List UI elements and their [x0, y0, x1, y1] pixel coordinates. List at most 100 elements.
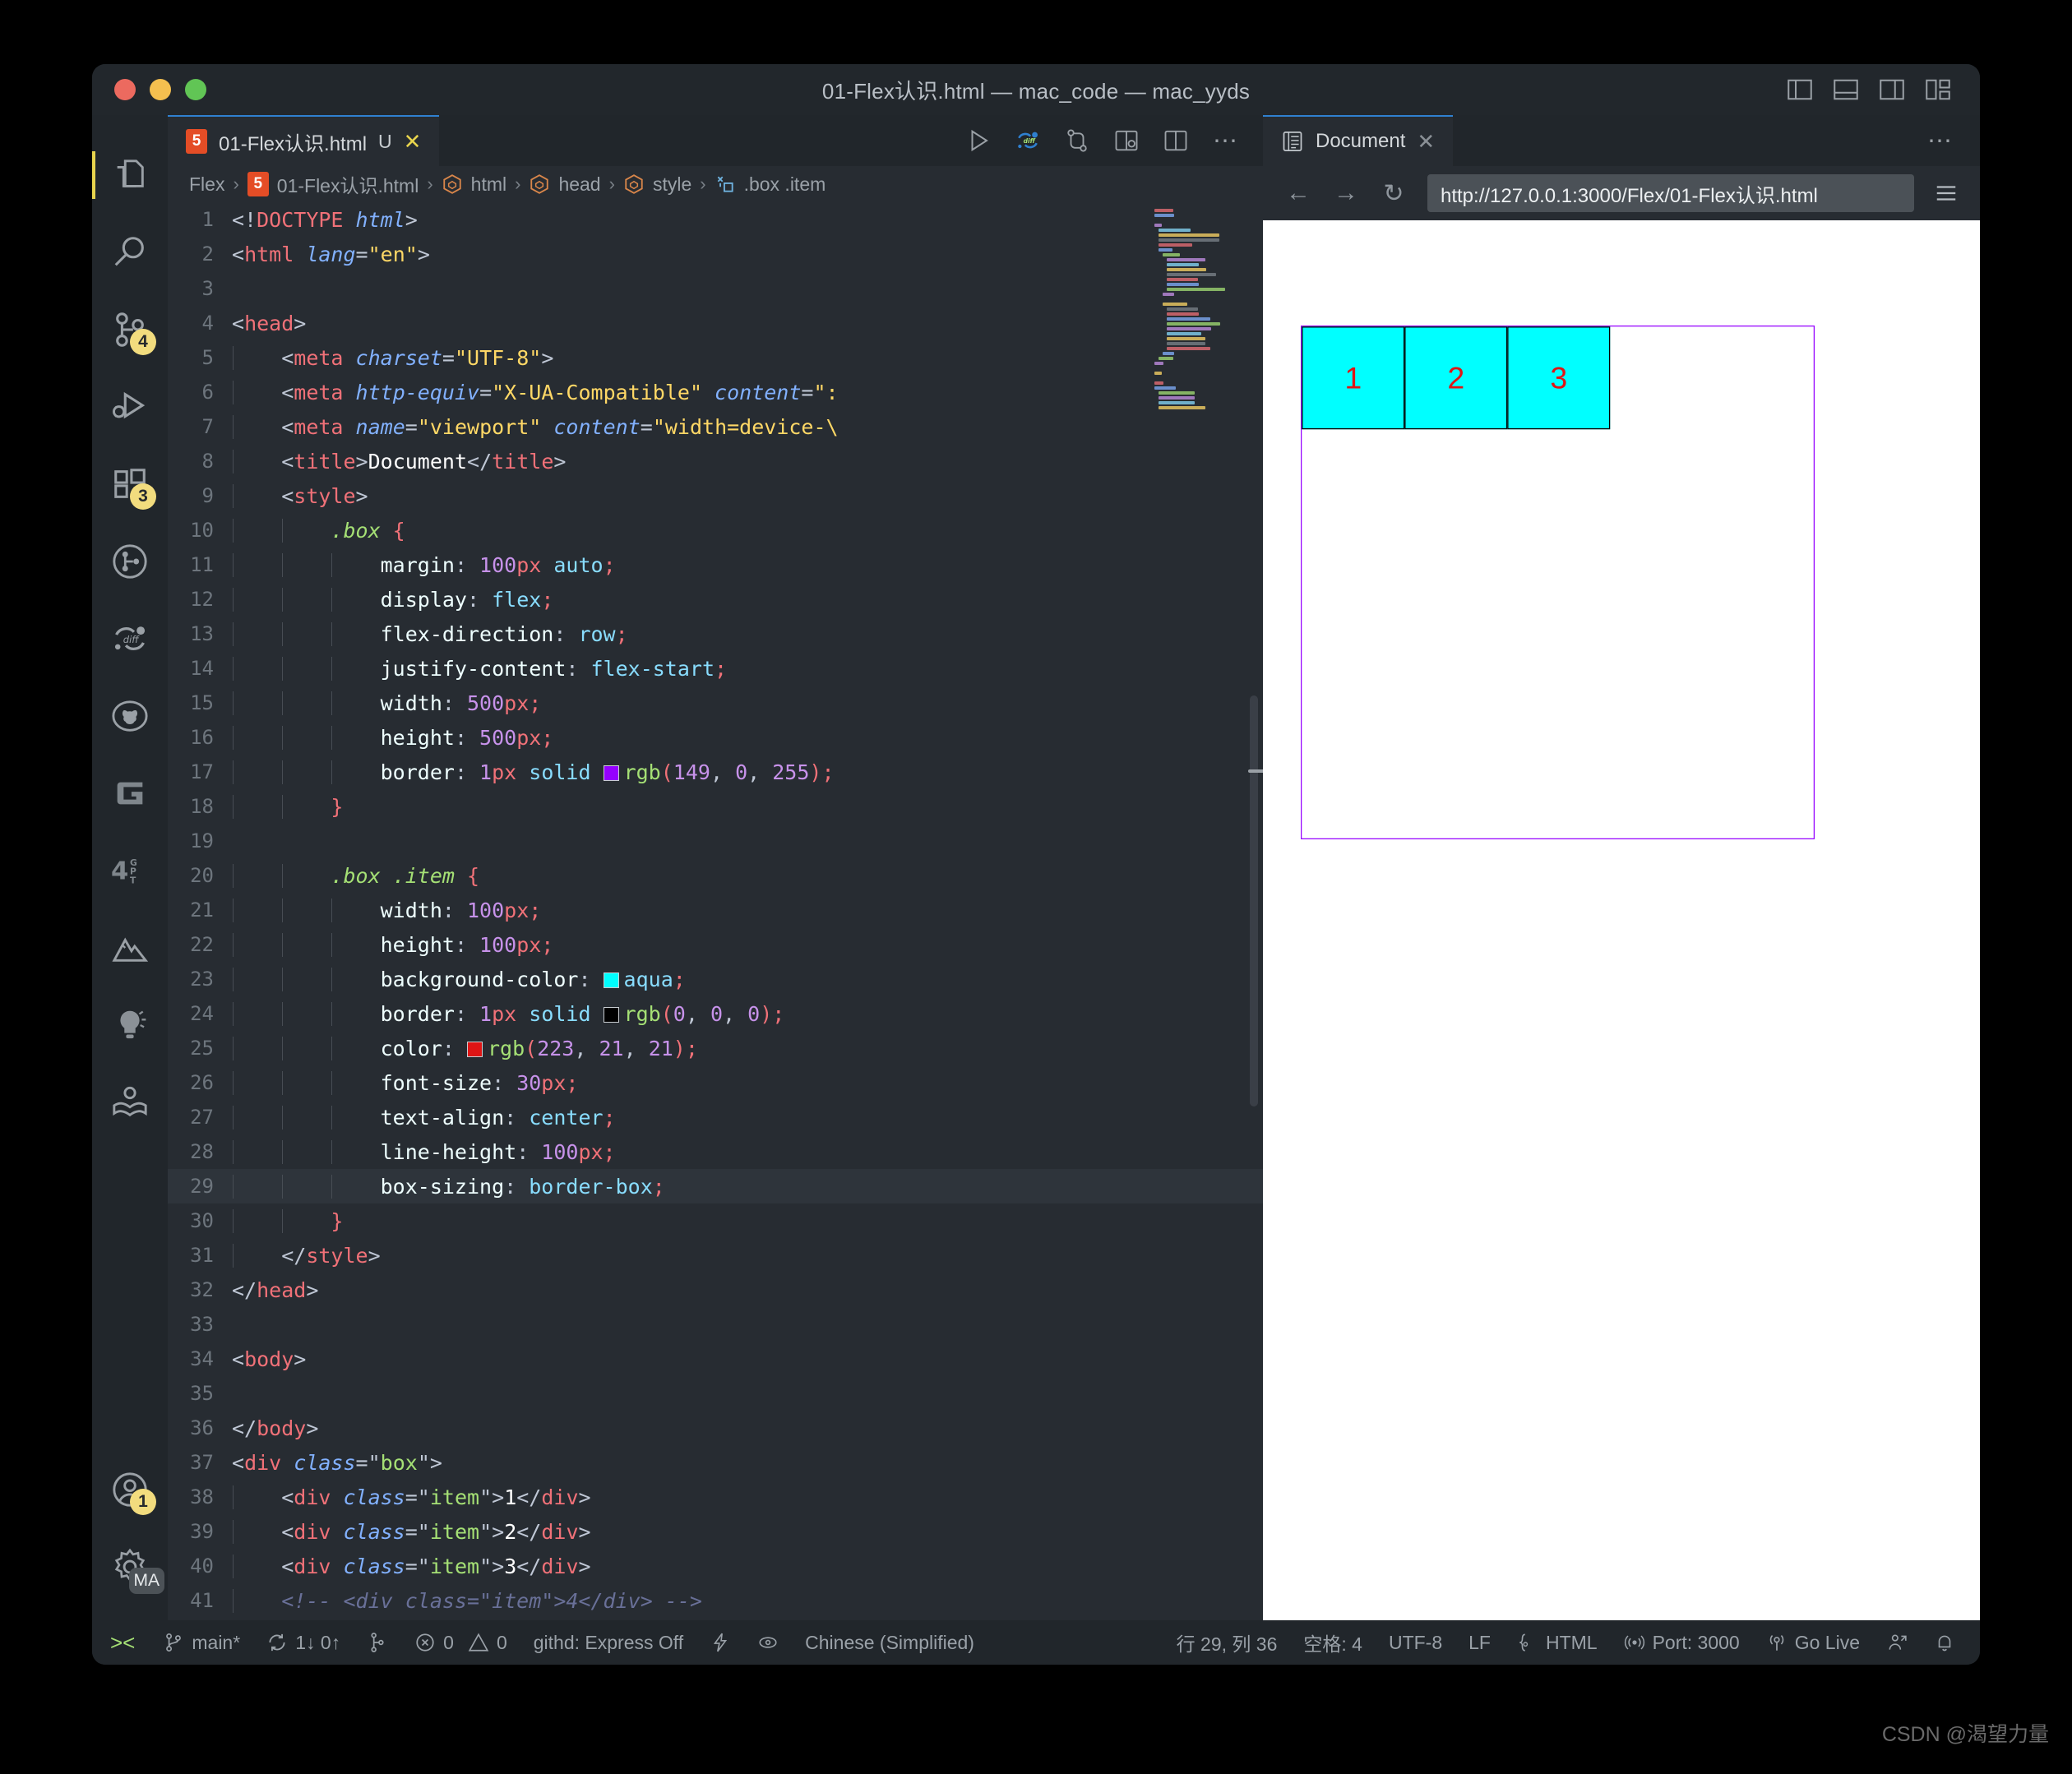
- code-line[interactable]: 11 margin: 100px auto;: [168, 547, 1263, 582]
- toggle-primary-sidebar-icon[interactable]: [1788, 79, 1812, 100]
- sidebar-item-github[interactable]: [92, 677, 168, 755]
- split-editor-icon[interactable]: [1163, 128, 1188, 153]
- sidebar-item-explorer[interactable]: [92, 136, 168, 214]
- code-line[interactable]: 38 <div class="item">1</div>: [168, 1480, 1263, 1514]
- code-line[interactable]: 26 font-size: 30px;: [168, 1065, 1263, 1100]
- code-line[interactable]: 36 </body>: [168, 1411, 1263, 1445]
- compare-icon[interactable]: [1065, 128, 1089, 153]
- browser-tab[interactable]: Document ✕: [1263, 115, 1454, 166]
- customize-layout-icon[interactable]: [1926, 79, 1950, 100]
- minimize-window-button[interactable]: [150, 79, 171, 100]
- status-ime[interactable]: Chinese (Simplified): [792, 1632, 987, 1654]
- code-line[interactable]: 13 flex-direction: row;: [168, 617, 1263, 651]
- maximize-window-button[interactable]: [185, 79, 206, 100]
- status-sync-changes[interactable]: 1↓ 0↑: [253, 1632, 354, 1654]
- breadcrumb-item-folder[interactable]: Flex: [189, 173, 224, 196]
- code-line[interactable]: 18 }: [168, 789, 1263, 824]
- code-line[interactable]: 37 <div class="box">: [168, 1445, 1263, 1480]
- code-line[interactable]: 19: [168, 824, 1263, 858]
- code-line[interactable]: 29 box-sizing: border-box;: [168, 1169, 1263, 1203]
- sidebar-item-git-graph[interactable]: [92, 523, 168, 600]
- minimap[interactable]: [1154, 209, 1246, 409]
- ellipsis-icon[interactable]: ⋯: [1213, 127, 1240, 155]
- code-line[interactable]: 41 <!-- <div class="item">4</div> -->: [168, 1583, 1263, 1618]
- code-line[interactable]: 32 </head>: [168, 1273, 1263, 1307]
- remote-window-icon[interactable]: ><: [92, 1630, 150, 1656]
- code-line[interactable]: 39 <div class="item">2</div>: [168, 1514, 1263, 1549]
- reload-icon[interactable]: ↻: [1380, 179, 1408, 208]
- forward-icon[interactable]: →: [1332, 179, 1360, 207]
- code-line[interactable]: 9 <style>: [168, 478, 1263, 513]
- status-feedback[interactable]: [1873, 1632, 1921, 1653]
- status-git-graph[interactable]: [354, 1632, 401, 1653]
- diff-icon[interactable]: diff: [1015, 128, 1040, 153]
- browser-more-actions[interactable]: ⋯: [1927, 115, 1980, 166]
- sidebar-item-mountains[interactable]: [92, 909, 168, 986]
- accounts-button[interactable]: 1: [92, 1451, 168, 1528]
- code-line[interactable]: 35: [168, 1376, 1263, 1411]
- code-line[interactable]: 24 border: 1px solid rgb(0, 0, 0);: [168, 996, 1263, 1031]
- status-githd[interactable]: githd: Express Off: [520, 1632, 696, 1654]
- code-line[interactable]: 5 <meta charset="UTF-8">: [168, 340, 1263, 375]
- sidebar-item-run-and-debug[interactable]: [92, 368, 168, 446]
- status-port[interactable]: Port: 3000: [1611, 1632, 1753, 1654]
- code-line[interactable]: 6 <meta http-equiv="X-UA-Compatible" con…: [168, 375, 1263, 409]
- status-branch[interactable]: main*: [150, 1632, 253, 1654]
- code-line[interactable]: 28 line-height: 100px;: [168, 1134, 1263, 1169]
- status-eye[interactable]: [744, 1632, 792, 1653]
- code-line[interactable]: 14 justify-content: flex-start;: [168, 651, 1263, 686]
- sidebar-item-reader[interactable]: [92, 1064, 168, 1141]
- url-input[interactable]: http://127.0.0.1:3000/Flex/01-Flex认识.htm…: [1427, 174, 1914, 212]
- close-window-button[interactable]: [114, 79, 136, 100]
- breadcrumb-item-style[interactable]: style: [653, 173, 691, 196]
- status-lightning[interactable]: [696, 1632, 744, 1653]
- code-line[interactable]: 27 text-align: center;: [168, 1100, 1263, 1134]
- code-line[interactable]: 23 background-color: aqua;: [168, 962, 1263, 996]
- status-eol[interactable]: LF: [1455, 1632, 1504, 1654]
- sidebar-item-lightbulb[interactable]: [92, 986, 168, 1064]
- code-line[interactable]: 22 height: 100px;: [168, 927, 1263, 962]
- code-line[interactable]: 30 }: [168, 1203, 1263, 1238]
- preview-side-icon[interactable]: [1114, 128, 1139, 153]
- code-line[interactable]: 8 <title>Document</title>: [168, 444, 1263, 478]
- code-line[interactable]: 16 height: 500px;: [168, 720, 1263, 755]
- editor-scrollbar[interactable]: [1250, 695, 1258, 1106]
- hamburger-icon[interactable]: [1934, 181, 1959, 206]
- code-line[interactable]: 4 <head>: [168, 306, 1263, 340]
- code-line[interactable]: 10 .box {: [168, 513, 1263, 547]
- code-line[interactable]: 3: [168, 271, 1263, 306]
- back-icon[interactable]: ←: [1284, 179, 1312, 207]
- close-icon[interactable]: ✕: [1417, 129, 1435, 155]
- code-line[interactable]: 33: [168, 1307, 1263, 1342]
- code-line[interactable]: 15 width: 500px;: [168, 686, 1263, 720]
- status-cursor-position[interactable]: 行 29, 列 36: [1163, 1628, 1291, 1656]
- breadcrumb-item-file[interactable]: 01-Flex认识.html: [277, 170, 419, 198]
- status-language-mode[interactable]: HTML: [1504, 1632, 1611, 1654]
- code-line[interactable]: 21 width: 100px;: [168, 893, 1263, 927]
- status-problems[interactable]: 0 0: [401, 1632, 520, 1654]
- editor-split-handle[interactable]: [1248, 769, 1263, 773]
- play-icon[interactable]: [966, 128, 991, 153]
- code-line[interactable]: 2 <html lang="en">: [168, 237, 1263, 271]
- sidebar-item-extensions[interactable]: 3: [92, 446, 168, 523]
- sidebar-item-diff-tool[interactable]: diff: [92, 600, 168, 677]
- code-line[interactable]: 20 .box .item {: [168, 858, 1263, 893]
- close-icon[interactable]: ✕: [404, 129, 422, 155]
- toggle-panel-icon[interactable]: [1834, 79, 1858, 100]
- code-line[interactable]: 17 border: 1px solid rgb(149, 0, 255);: [168, 755, 1263, 789]
- breadcrumb-item-selector[interactable]: .box .item: [744, 173, 826, 196]
- editor-tab[interactable]: 5 01-Flex认识.html U ✕: [168, 115, 440, 166]
- sidebar-item-gitlens[interactable]: [92, 755, 168, 832]
- status-notifications[interactable]: [1921, 1632, 1968, 1653]
- code-line[interactable]: 34 <body>: [168, 1342, 1263, 1376]
- code-line[interactable]: 12 display: flex;: [168, 582, 1263, 617]
- status-indentation[interactable]: 空格: 4: [1290, 1628, 1376, 1656]
- code-editor[interactable]: 1 <!DOCTYPE html> 2 <html lang="en"> 3 4 <head…: [168, 202, 1263, 1620]
- code-line[interactable]: 31 </style>: [168, 1238, 1263, 1273]
- status-go-live[interactable]: Go Live: [1753, 1632, 1873, 1654]
- sidebar-item-search[interactable]: [92, 214, 168, 291]
- code-line[interactable]: 7 <meta name="viewport" content="width=d…: [168, 409, 1263, 444]
- code-line[interactable]: 25 color: rgb(223, 21, 21);: [168, 1031, 1263, 1065]
- breadcrumb-item-html[interactable]: html: [471, 173, 506, 196]
- status-encoding[interactable]: UTF-8: [1376, 1632, 1455, 1654]
